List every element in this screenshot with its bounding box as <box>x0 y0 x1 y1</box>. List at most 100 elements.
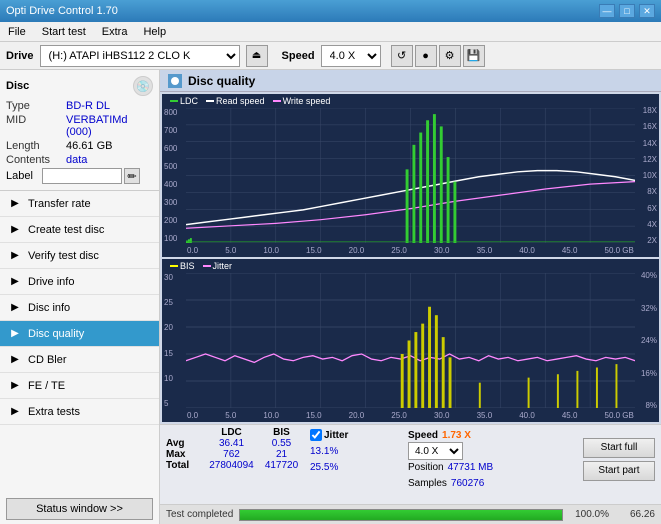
speed-stat-val: 1.73 X <box>442 430 471 441</box>
sidebar: Disc 💿 Type BD-R DL MID VERBATIMd (000) … <box>0 70 160 524</box>
cd-bler-icon: ▶ <box>8 353 22 367</box>
disc-icon: 💿 <box>133 76 153 96</box>
sidebar-item-create-test-disc[interactable]: ▶Create test disc <box>0 217 159 243</box>
avg-bis: 0.55 <box>259 438 304 449</box>
max-bis: 21 <box>259 449 304 460</box>
titlebar: Opti Drive Control 1.70 — □ ✕ <box>0 0 661 22</box>
chart-ldc: LDC Read speed Write speed 800 700 600 5… <box>162 94 659 257</box>
charts-area: LDC Read speed Write speed 800 700 600 5… <box>160 92 661 424</box>
chart2-svg <box>186 273 635 408</box>
drivebar: Drive (H:) ATAPI iHBS112 2 CLO K ⏏ Speed… <box>0 42 661 70</box>
save-icon[interactable]: 💾 <box>463 45 485 67</box>
menu-extra[interactable]: Extra <box>98 24 132 40</box>
disc-info-icon: ▶ <box>8 301 22 315</box>
drive-action-icons: ↺ ● ⚙ 💾 <box>391 45 485 67</box>
jitter-avg: 13.1% <box>310 446 338 457</box>
maximize-btn[interactable]: □ <box>619 4 635 18</box>
speed-stat-label: Speed <box>408 430 438 441</box>
chart-bis: BIS Jitter 30 25 20 15 10 5 40% 32% 24% <box>162 259 659 422</box>
drive-label: Drive <box>6 50 34 62</box>
max-ldc: 762 <box>204 449 259 460</box>
content-title: Disc quality <box>188 74 255 88</box>
transfer-rate-icon: ▶ <box>8 197 22 211</box>
disc-section-label: Disc <box>6 80 29 92</box>
samples-label: Samples <box>408 478 447 489</box>
sidebar-label-transfer-rate: Transfer rate <box>28 198 91 210</box>
start-full-btn[interactable]: Start full <box>583 438 655 458</box>
start-part-btn[interactable]: Start part <box>583 461 655 481</box>
length-val: 46.61 GB <box>66 140 153 152</box>
legend-ldc: LDC <box>180 96 198 106</box>
avg-label: Avg <box>166 438 204 449</box>
sidebar-item-disc-quality[interactable]: ▶Disc quality <box>0 321 159 347</box>
menu-help[interactable]: Help <box>139 24 170 40</box>
extra-tests-icon: ▶ <box>8 405 22 419</box>
menu-start-test[interactable]: Start test <box>38 24 90 40</box>
total-label: Total <box>166 460 204 471</box>
type-key: Type <box>6 100 66 112</box>
chart1-x-axis: 0.0 5.0 10.0 15.0 20.0 25.0 30.0 35.0 40… <box>187 246 634 255</box>
main-layout: Disc 💿 Type BD-R DL MID VERBATIMd (000) … <box>0 70 661 524</box>
window-controls: — □ ✕ <box>599 4 655 18</box>
minimize-btn[interactable]: — <box>599 4 615 18</box>
chart1-y-right: 18X 16X 14X 12X 10X 8X 6X 4X 2X <box>643 106 657 245</box>
chart2-y-right: 40% 32% 24% 16% 8% <box>641 271 657 410</box>
sidebar-label-fe-te: FE / TE <box>28 380 65 392</box>
sidebar-item-fe-te[interactable]: ▶ FE / TE <box>0 373 159 399</box>
chart2-legend: BIS Jitter <box>170 261 232 271</box>
sidebar-label-disc-quality: Disc quality <box>28 328 84 340</box>
app-title: Opti Drive Control 1.70 <box>6 5 118 17</box>
legend-write: Write speed <box>283 96 331 106</box>
eject-btn[interactable]: ⏏ <box>246 45 268 67</box>
menu-file[interactable]: File <box>4 24 30 40</box>
legend-read: Read speed <box>216 96 265 106</box>
ldc-header: LDC <box>204 427 259 438</box>
content-header: Disc quality <box>160 70 661 92</box>
sidebar-label-verify-test-disc: Verify test disc <box>28 250 99 262</box>
type-val: BD-R DL <box>66 100 153 112</box>
disc-icon[interactable]: ● <box>415 45 437 67</box>
jitter-checkbox[interactable] <box>310 429 322 441</box>
contents-key: Contents <box>6 154 66 166</box>
label-input[interactable] <box>42 168 122 184</box>
bis-header: BIS <box>259 427 304 438</box>
length-key: Length <box>6 140 66 152</box>
chart2-x-axis: 0.0 5.0 10.0 15.0 20.0 25.0 30.0 35.0 40… <box>187 411 634 420</box>
mid-key: MID <box>6 114 66 138</box>
progress-right-val: 66.26 <box>615 509 655 520</box>
close-btn[interactable]: ✕ <box>639 4 655 18</box>
status-window-btn[interactable]: Status window >> <box>6 498 153 520</box>
settings-icon[interactable]: ⚙ <box>439 45 461 67</box>
sidebar-item-cd-bler[interactable]: ▶ CD Bler <box>0 347 159 373</box>
sidebar-item-transfer-rate[interactable]: ▶ Transfer rate <box>0 191 159 217</box>
sidebar-label-cd-bler: CD Bler <box>28 354 67 366</box>
sidebar-item-verify-test-disc[interactable]: ▶ Verify test disc <box>0 243 159 269</box>
speed-select[interactable]: 4.0 X <box>321 45 381 67</box>
sidebar-item-drive-info[interactable]: ▶Drive info <box>0 269 159 295</box>
jitter-max: 25.5% <box>310 462 338 473</box>
sidebar-item-extra-tests[interactable]: ▶ Extra tests <box>0 399 159 425</box>
fe-te-icon: ▶ <box>8 379 22 393</box>
refresh-icon[interactable]: ↺ <box>391 45 413 67</box>
progress-fill <box>240 510 562 520</box>
speed-label: Speed <box>282 50 315 62</box>
stats-bar: LDC BIS Avg 36.41 0.55 Max 762 21 Tota <box>160 424 661 504</box>
label-key: Label <box>6 170 42 182</box>
verify-test-disc-icon: ▶ <box>8 249 22 263</box>
sidebar-item-disc-info[interactable]: ▶Disc info <box>0 295 159 321</box>
create-test-disc-icon: ▶ <box>8 223 22 237</box>
chart1-legend: LDC Read speed Write speed <box>170 96 330 106</box>
legend-bis: BIS <box>180 261 195 271</box>
total-ldc: 27804094 <box>204 460 259 471</box>
progress-track <box>239 509 563 521</box>
label-edit-btn[interactable]: ✏ <box>124 168 140 184</box>
drive-select[interactable]: (H:) ATAPI iHBS112 2 CLO K <box>40 45 240 67</box>
mid-val: VERBATIMd (000) <box>66 114 153 138</box>
menubar: File Start test Extra Help <box>0 22 661 42</box>
quality-icon <box>168 74 182 88</box>
sidebar-label-extra-tests: Extra tests <box>28 406 80 418</box>
drive-info-icon: ▶ <box>8 275 22 289</box>
total-bis: 417720 <box>259 460 304 471</box>
contents-val: data <box>66 154 153 166</box>
speed-stat-select[interactable]: 4.0 X <box>408 442 463 460</box>
